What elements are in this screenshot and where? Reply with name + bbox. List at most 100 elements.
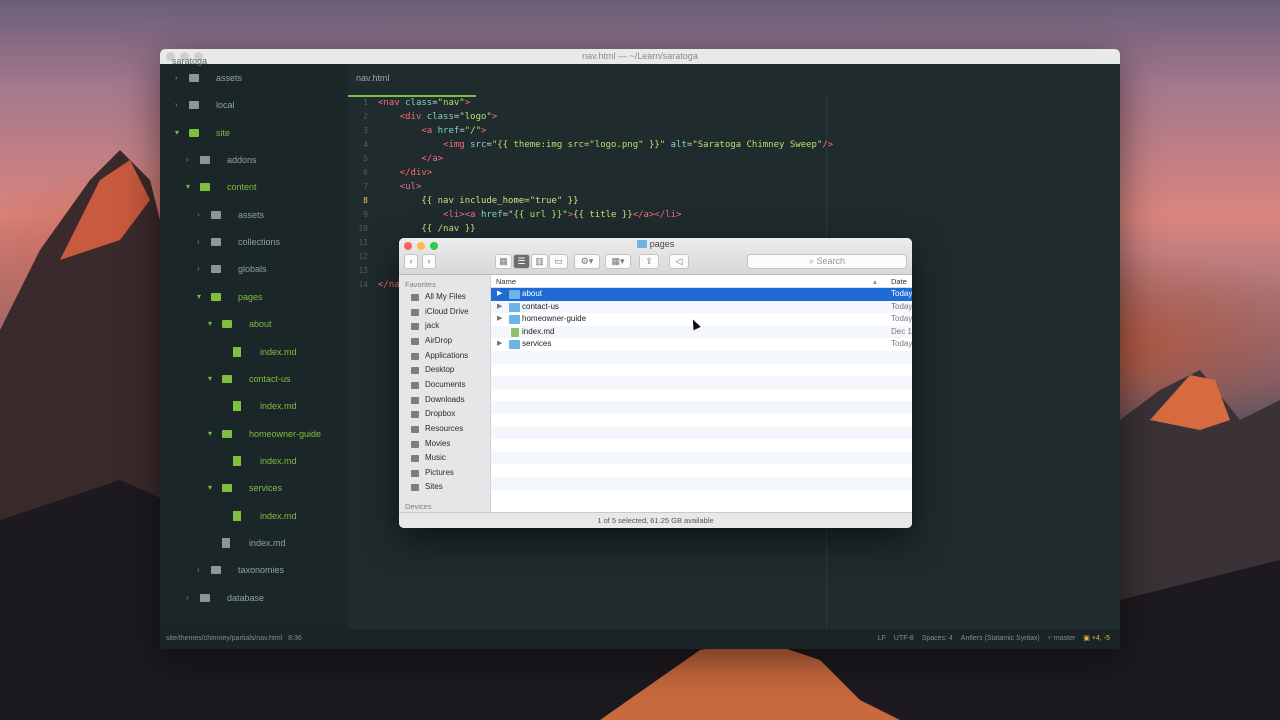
chevron-right-icon[interactable]: › xyxy=(197,208,200,222)
indentation[interactable]: Spaces: 4 xyxy=(922,635,953,642)
sidebar-item-label: Applications xyxy=(425,350,469,360)
line-gutter: 1 2 3 4 5 6 7 8 9 10 11 12 13 14 xyxy=(348,96,368,292)
list-item[interactable]: index.md Dec 1 xyxy=(491,325,912,339)
chevron-right-icon[interactable]: › xyxy=(197,235,200,249)
code-line: <nav class="nav"> xyxy=(378,98,471,108)
tree-item-label: assets xyxy=(216,73,243,83)
code-line: </a> xyxy=(421,154,444,164)
git-branch[interactable]: master xyxy=(1054,635,1075,642)
action-gear-icon[interactable]: ⚙▾ xyxy=(574,254,600,269)
tree-item-label: about xyxy=(249,319,272,330)
line-number: 4 xyxy=(363,140,368,149)
column-view-button[interactable]: ▥ xyxy=(531,254,548,269)
list-item[interactable]: ▶ homeowner-guide Today xyxy=(491,313,912,326)
chevron-right-icon[interactable]: › xyxy=(175,71,178,85)
back-button[interactable]: ‹ xyxy=(404,254,418,269)
tree-item-label: taxonomies xyxy=(238,565,285,576)
finder-status: 1 of 5 selected, 61.25 GB available xyxy=(399,512,912,528)
code-line: <a href="/"> xyxy=(421,126,487,136)
sidebar-item-label: Downloads xyxy=(425,394,465,404)
git-diff-icon: ▣ xyxy=(1083,635,1090,642)
line-number: 2 xyxy=(363,112,368,121)
dropbox-icon xyxy=(411,411,419,419)
name-column-header[interactable]: Name xyxy=(496,275,516,288)
disclosure-triangle-icon[interactable]: ▶ xyxy=(497,288,502,301)
git-diff[interactable]: +4, -5 xyxy=(1092,635,1110,642)
search-field[interactable]: ⌕ Search xyxy=(747,254,907,269)
chevron-down-icon[interactable]: ▾ xyxy=(208,317,212,331)
arrange-button[interactable]: ▦▾ xyxy=(605,254,631,269)
disclosure-triangle-icon[interactable]: ▶ xyxy=(497,301,502,314)
tree-item-label: index.md xyxy=(260,346,297,357)
chevron-down-icon[interactable]: ▾ xyxy=(175,126,179,140)
chevron-right-icon[interactable]: › xyxy=(197,262,200,276)
folder-icon xyxy=(189,128,199,137)
tab-nav-html[interactable]: nav.html xyxy=(356,73,389,83)
forward-button[interactable]: › xyxy=(422,254,436,269)
resources-icon xyxy=(411,425,419,433)
chevron-down-icon[interactable]: ▾ xyxy=(208,481,212,495)
line-ending[interactable]: LF xyxy=(878,635,886,642)
line-number: 9 xyxy=(363,210,368,219)
folder-icon xyxy=(509,290,520,299)
encoding[interactable]: UTF-8 xyxy=(894,635,914,642)
tree-item-label: database xyxy=(227,592,265,603)
file-icon xyxy=(233,401,241,412)
line-number: 8 xyxy=(363,196,368,205)
empty-row xyxy=(491,464,912,477)
window-title: nav.html — ~/Learn/saratoga xyxy=(582,51,698,61)
list-item[interactable]: ▶ contact-us Today xyxy=(491,300,912,314)
all-my-files-icon xyxy=(411,294,419,301)
folder-icon xyxy=(211,238,221,247)
file-list[interactable]: Name ▴ Date M ▶ about Today ▶ contact-us Toda… xyxy=(491,275,912,512)
cover-flow-button[interactable]: ▭ xyxy=(549,254,568,269)
code-line: <div class="logo"> xyxy=(399,112,498,122)
chevron-down-icon[interactable]: ▾ xyxy=(197,290,201,304)
code-line: {{ nav include_home="true" }} xyxy=(421,196,579,206)
tree-item-label: index.md xyxy=(260,510,297,521)
sidebar-item-label: Documents xyxy=(425,379,466,389)
folder-icon xyxy=(222,320,232,329)
tree-item-label: index.md xyxy=(260,455,297,466)
sort-indicator-icon: ▴ xyxy=(873,277,877,286)
list-item[interactable]: ▶ services Today xyxy=(491,338,912,351)
line-number: 13 xyxy=(358,266,368,275)
line-number: 12 xyxy=(358,252,368,261)
devices-header: Devices xyxy=(405,502,432,511)
downloads-icon xyxy=(411,396,419,404)
sidebar-item-label: Dropbox xyxy=(425,409,456,419)
chevron-right-icon[interactable]: › xyxy=(197,563,200,577)
chevron-right-icon[interactable]: › xyxy=(186,591,189,605)
list-view-button[interactable]: ☰ xyxy=(513,254,530,269)
chevron-down-icon[interactable]: ▾ xyxy=(208,427,212,441)
grammar[interactable]: Antlers (Statamic Syntax) xyxy=(961,635,1040,642)
icon-view-button[interactable]: ▦ xyxy=(495,254,512,269)
chevron-down-icon[interactable]: ▾ xyxy=(186,180,190,194)
tag-icon[interactable]: ◁ xyxy=(669,254,689,269)
folder-icon xyxy=(189,101,199,110)
sidebar-item-label: Desktop xyxy=(425,365,455,375)
folder-icon xyxy=(211,210,221,219)
item-name: about xyxy=(522,289,543,298)
chevron-down-icon[interactable]: ▾ xyxy=(208,372,212,386)
folder-icon xyxy=(200,593,210,602)
empty-row xyxy=(491,451,912,465)
sidebar-item-label: Pictures xyxy=(425,467,454,477)
jack-icon xyxy=(411,323,419,331)
list-item[interactable]: ▶ about Today xyxy=(491,288,912,301)
line-number: 6 xyxy=(363,168,368,177)
status-path[interactable]: site/themes/chimney/partials/nav.html xyxy=(166,635,282,642)
cursor-position[interactable]: 8:36 xyxy=(288,635,302,642)
share-icon[interactable]: ⇪ xyxy=(639,254,659,269)
sidebar-item-label: Resources xyxy=(425,423,464,433)
search-icon: ⌕ xyxy=(808,256,817,266)
item-date: Today xyxy=(891,289,912,298)
disclosure-triangle-icon[interactable]: ▶ xyxy=(497,338,502,351)
editor-titlebar: nav.html — ~/Learn/saratoga xyxy=(160,49,1120,64)
chevron-right-icon[interactable]: › xyxy=(175,98,178,112)
item-name: homeowner-guide xyxy=(522,314,587,324)
sites-icon xyxy=(411,484,419,492)
chevron-right-icon[interactable]: › xyxy=(186,153,189,167)
disclosure-triangle-icon[interactable]: ▶ xyxy=(497,313,502,326)
folder-icon xyxy=(200,183,210,192)
